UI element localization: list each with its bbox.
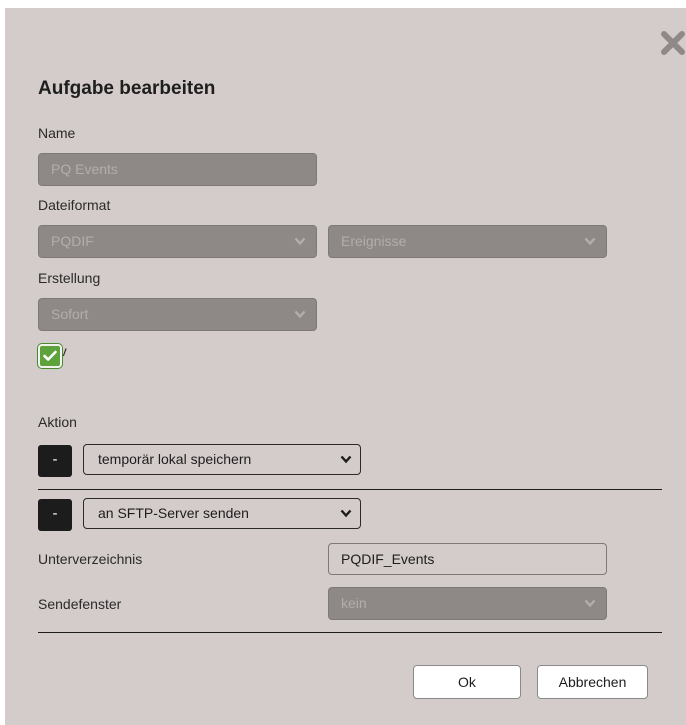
name-label: Name [38, 125, 76, 141]
form-divider [38, 632, 662, 633]
close-icon[interactable] [660, 30, 686, 56]
chevron-down-icon [340, 455, 352, 464]
format-select: PQDIF [38, 225, 317, 258]
remove-action-button[interactable]: - [38, 445, 72, 477]
action-select[interactable]: an SFTP-Server senden [83, 498, 361, 529]
sendefenster-select-value: kein [341, 595, 367, 611]
unterverzeichnis-label: Unterverzeichnis [38, 551, 143, 567]
aktion-label: Aktion [38, 414, 77, 430]
format-select-value: PQDIF [51, 233, 94, 249]
chevron-down-icon [294, 310, 306, 319]
checkmark-icon [43, 350, 57, 361]
chevron-down-icon [584, 599, 596, 608]
type-select: Ereignisse [328, 225, 607, 258]
sendefenster-select: kein [328, 587, 607, 620]
ok-button[interactable]: Ok [413, 665, 521, 699]
action-divider [38, 489, 662, 490]
cancel-button[interactable]: Abbrechen [537, 665, 648, 699]
action-select-value: an SFTP-Server senden [98, 505, 249, 521]
erstellung-select: Sofort [38, 298, 317, 331]
erstellung-label: Erstellung [38, 270, 101, 286]
remove-action-button[interactable]: - [38, 499, 72, 531]
sendefenster-label: Sendefenster [38, 596, 122, 612]
edit-task-dialog: Aufgabe bearbeiten Name PQ Events Dateif… [5, 8, 686, 725]
name-field: PQ Events [38, 153, 317, 186]
type-select-value: Ereignisse [341, 233, 407, 249]
aktiv-checkbox[interactable] [38, 344, 62, 368]
erstellung-select-value: Sofort [51, 306, 89, 322]
name-field-value: PQ Events [51, 161, 118, 177]
action-select-value: temporär lokal speichern [98, 451, 252, 467]
dateiformat-label: Dateiformat [38, 197, 111, 213]
dialog-title: Aufgabe bearbeiten [38, 78, 216, 99]
unterverzeichnis-input[interactable]: PQDIF_Events [328, 543, 607, 575]
action-select[interactable]: temporär lokal speichern [83, 444, 361, 475]
chevron-down-icon [340, 509, 352, 518]
chevron-down-icon [294, 237, 306, 246]
chevron-down-icon [584, 237, 596, 246]
unterverzeichnis-value: PQDIF_Events [341, 551, 435, 567]
